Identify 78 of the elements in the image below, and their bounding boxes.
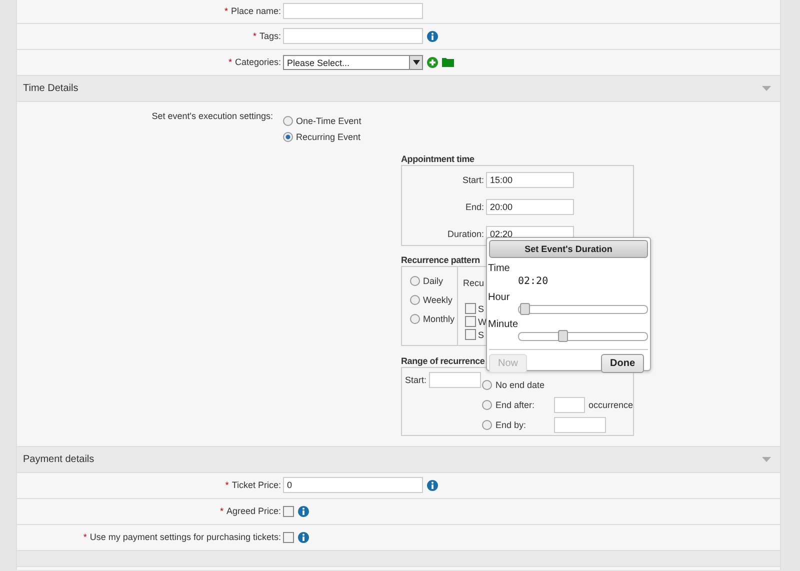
slider-track[interactable] xyxy=(518,305,648,314)
slider-thumb[interactable] xyxy=(558,330,568,342)
group-title: Range of recurrence xyxy=(401,356,485,367)
group-title: Recurrence pattern xyxy=(401,255,480,266)
date-input[interactable] xyxy=(554,416,606,432)
radio-button[interactable] xyxy=(410,276,420,286)
recurrence-text: Recu xyxy=(463,278,484,288)
option-label: End by: xyxy=(495,420,527,430)
checkbox[interactable] xyxy=(283,532,294,542)
section-title: Time Details xyxy=(23,83,78,94)
required-mark: * xyxy=(225,480,229,490)
field-label: End: xyxy=(464,202,485,212)
text-input[interactable] xyxy=(283,3,423,19)
caret-icon[interactable] xyxy=(412,60,420,64)
group-title: Appointment time xyxy=(401,154,474,165)
option-label: One-Time Event xyxy=(296,116,362,126)
time-value: 02:20 xyxy=(518,276,550,287)
day-label: S xyxy=(478,330,484,340)
field-label: Place name: xyxy=(230,6,281,16)
option-label: End after: xyxy=(495,400,536,410)
option-label: Weekly xyxy=(423,295,452,305)
section-header[interactable]: Time Details xyxy=(17,76,780,102)
required-mark: * xyxy=(220,506,224,516)
option-label: Recurring Event xyxy=(296,132,361,142)
info-icon[interactable] xyxy=(298,532,309,542)
section-title: Payment details xyxy=(23,454,94,465)
required-mark: * xyxy=(252,31,256,41)
field-label: Categories: xyxy=(234,57,281,67)
checkbox[interactable] xyxy=(465,329,476,340)
section-header[interactable]: Payment details xyxy=(17,447,780,473)
unit-label: occurrence xyxy=(588,400,633,410)
required-mark: * xyxy=(228,57,232,67)
field-label: Ticket Price: xyxy=(232,480,281,490)
date-input[interactable] xyxy=(428,372,481,388)
info-icon[interactable] xyxy=(427,30,438,42)
required-mark: * xyxy=(224,6,228,16)
slider-thumb[interactable] xyxy=(520,303,530,315)
field-label: Start: xyxy=(461,174,485,184)
field-label: Start: xyxy=(405,375,427,385)
checkbox[interactable] xyxy=(283,506,294,516)
text-input[interactable] xyxy=(283,28,423,44)
field-label: Duration: xyxy=(446,228,485,238)
checkbox[interactable] xyxy=(465,316,476,327)
category-select[interactable]: Please Select... xyxy=(283,54,423,70)
slider-label: Minute xyxy=(488,320,520,330)
collapse-icon[interactable] xyxy=(762,86,771,91)
collapse-icon[interactable] xyxy=(762,457,771,462)
count-input[interactable] xyxy=(554,396,586,412)
time-label: Time xyxy=(488,264,511,274)
add-icon[interactable] xyxy=(427,56,438,68)
checkbox[interactable] xyxy=(465,303,476,314)
field-label: Set event's execution settings: xyxy=(150,111,274,123)
option-label: Daily xyxy=(423,276,444,286)
radio-button[interactable] xyxy=(482,400,492,410)
required-mark: * xyxy=(83,532,87,542)
info-icon[interactable] xyxy=(427,480,438,490)
popup-button[interactable]: Done xyxy=(601,354,644,373)
time-input[interactable]: 15:00 xyxy=(486,172,574,188)
text-input[interactable]: 0 xyxy=(283,477,423,493)
option-label: No end date xyxy=(495,380,546,390)
radio-button[interactable] xyxy=(410,295,420,305)
popup-title: Set Event's Duration xyxy=(489,240,648,258)
info-icon[interactable] xyxy=(298,506,309,516)
radio-button[interactable] xyxy=(410,314,420,324)
field-label: Tags: xyxy=(259,31,281,41)
option-label: Monthly xyxy=(423,314,455,324)
slider-label: Hour xyxy=(488,293,511,303)
radio-button[interactable] xyxy=(482,380,492,390)
radio-button[interactable] xyxy=(482,420,492,430)
radio-button[interactable] xyxy=(283,116,293,126)
time-input[interactable]: 20:00 xyxy=(486,198,574,214)
folder-icon[interactable] xyxy=(442,57,454,67)
radio-button[interactable] xyxy=(283,132,293,142)
field-label: Use my payment settings for purchasing tickets: xyxy=(90,532,281,542)
day-label: S xyxy=(478,304,484,314)
slider-track[interactable] xyxy=(518,332,648,341)
field-label: Agreed Price: xyxy=(226,506,281,516)
day-label: W xyxy=(478,316,486,326)
